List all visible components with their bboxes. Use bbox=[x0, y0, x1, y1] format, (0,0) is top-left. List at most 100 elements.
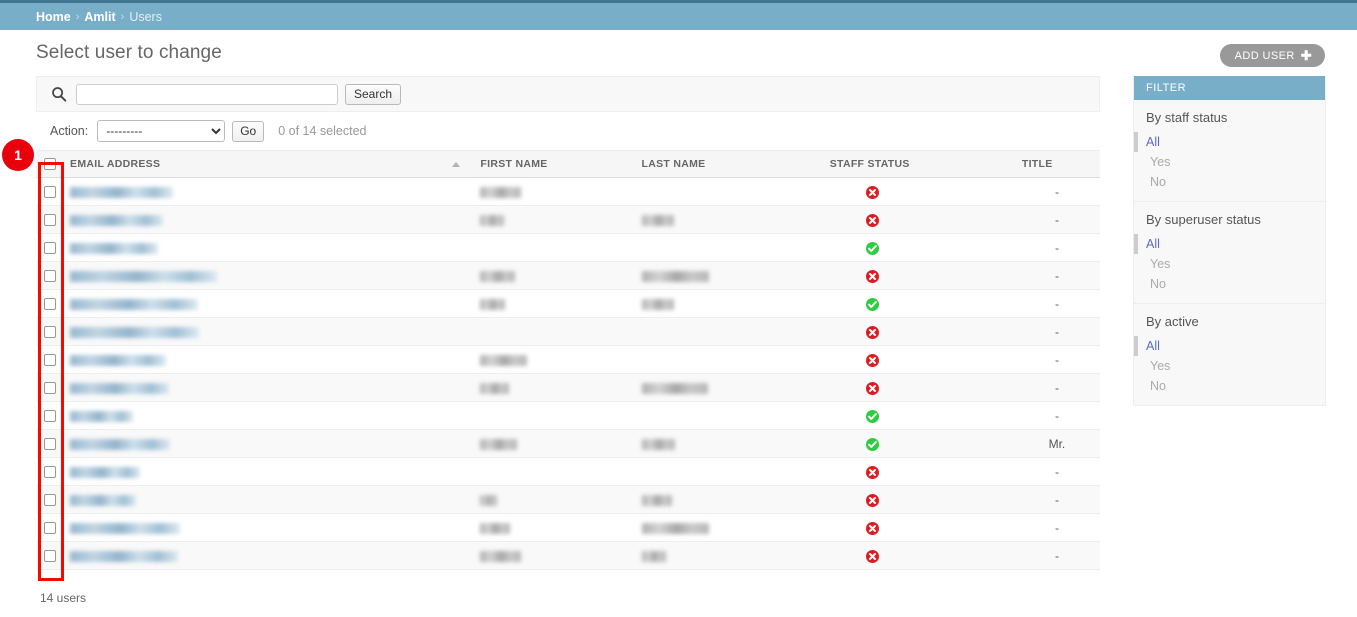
redacted-email bbox=[70, 354, 167, 366]
cell-first-name bbox=[472, 289, 634, 318]
search-input[interactable] bbox=[76, 83, 338, 105]
row-select-cell[interactable] bbox=[36, 541, 63, 570]
filter-choice-all[interactable]: All bbox=[1134, 234, 1325, 254]
cell-email-address[interactable] bbox=[62, 233, 473, 262]
cell-email-address[interactable] bbox=[62, 457, 473, 486]
cell-last-name bbox=[633, 401, 822, 430]
row-select-checkbox[interactable] bbox=[44, 185, 56, 198]
status-yes-icon bbox=[865, 297, 879, 311]
cell-email-address[interactable] bbox=[62, 261, 473, 290]
row-select-cell[interactable] bbox=[36, 429, 63, 458]
filter-group: By superuser status All Yes No bbox=[1134, 202, 1325, 304]
filter-choice-yes[interactable]: Yes bbox=[1134, 254, 1325, 274]
filter-choice-no[interactable]: No bbox=[1134, 274, 1325, 294]
row-select-checkbox[interactable] bbox=[44, 549, 56, 562]
action-label: Action: bbox=[50, 124, 89, 138]
title-value: - bbox=[1054, 324, 1059, 339]
row-select-checkbox[interactable] bbox=[44, 297, 56, 310]
row-select-checkbox[interactable] bbox=[44, 381, 56, 394]
row-select-checkbox[interactable] bbox=[44, 241, 56, 254]
cell-title: - bbox=[1013, 177, 1100, 206]
row-select-cell[interactable] bbox=[36, 317, 63, 346]
row-select-cell[interactable] bbox=[36, 513, 63, 542]
redacted-email bbox=[70, 410, 134, 422]
row-select-cell[interactable] bbox=[36, 177, 63, 206]
row-select-checkbox[interactable] bbox=[44, 269, 56, 282]
row-select-checkbox[interactable] bbox=[44, 521, 56, 534]
row-select-checkbox[interactable] bbox=[44, 493, 56, 506]
column-header-email[interactable]: EMAIL ADDRESS bbox=[62, 150, 473, 178]
page-title: Select user to change bbox=[36, 42, 222, 63]
column-header-title[interactable]: TITLE bbox=[1013, 150, 1100, 178]
redacted-first-name bbox=[480, 550, 522, 562]
row-select-cell[interactable] bbox=[36, 233, 63, 262]
table-row: Mr. bbox=[36, 429, 1100, 458]
cell-first-name bbox=[472, 233, 634, 262]
row-select-cell[interactable] bbox=[36, 261, 63, 290]
row-select-cell[interactable] bbox=[36, 485, 63, 514]
row-select-cell[interactable] bbox=[36, 373, 63, 402]
column-header-last-name[interactable]: LAST NAME bbox=[633, 150, 822, 178]
cell-title: - bbox=[1013, 513, 1100, 542]
cell-staff-status bbox=[821, 457, 1014, 486]
cell-email-address[interactable] bbox=[62, 541, 473, 570]
table-row: - bbox=[36, 373, 1100, 402]
filter-choice-yes[interactable]: Yes bbox=[1134, 356, 1325, 376]
action-select[interactable]: --------- bbox=[97, 120, 226, 142]
row-select-checkbox[interactable] bbox=[44, 465, 56, 478]
cell-staff-status bbox=[821, 233, 1014, 262]
row-select-checkbox[interactable] bbox=[44, 325, 56, 338]
filter-group: By staff status All Yes No bbox=[1134, 100, 1325, 202]
cell-email-address[interactable] bbox=[62, 513, 473, 542]
search-icon bbox=[51, 86, 67, 102]
filter-group: By active All Yes No bbox=[1134, 304, 1325, 405]
filter-choice-no[interactable]: No bbox=[1134, 172, 1325, 192]
row-select-cell[interactable] bbox=[36, 205, 63, 234]
cell-email-address[interactable] bbox=[62, 317, 473, 346]
redacted-last-name bbox=[641, 494, 672, 506]
cell-email-address[interactable] bbox=[62, 177, 473, 206]
select-all-checkbox[interactable] bbox=[44, 158, 56, 170]
row-select-checkbox[interactable] bbox=[44, 437, 56, 450]
cell-email-address[interactable] bbox=[62, 373, 473, 402]
cell-email-address[interactable] bbox=[62, 401, 473, 430]
redacted-email bbox=[70, 298, 199, 310]
breadcrumb-app[interactable]: Amlit bbox=[84, 10, 115, 24]
results-table-body: - - - - - - - - - Mr. - - - - bbox=[36, 177, 1100, 570]
cell-email-address[interactable] bbox=[62, 485, 473, 514]
breadcrumb-home[interactable]: Home bbox=[36, 10, 71, 24]
status-no-icon bbox=[865, 269, 879, 283]
sort-ascending-icon[interactable] bbox=[452, 162, 461, 167]
row-select-checkbox[interactable] bbox=[44, 409, 56, 422]
redacted-email bbox=[70, 214, 164, 226]
cell-last-name bbox=[633, 485, 822, 514]
table-row: - bbox=[36, 261, 1100, 290]
action-go-button[interactable]: Go bbox=[232, 120, 265, 142]
cell-email-address[interactable] bbox=[62, 345, 473, 374]
cell-email-address[interactable] bbox=[62, 205, 473, 234]
cell-email-address[interactable] bbox=[62, 289, 473, 318]
table-row: - bbox=[36, 401, 1100, 430]
filter-choice-all[interactable]: All bbox=[1134, 336, 1325, 356]
filter-sidebar: FILTER By staff status All Yes No By superus… bbox=[1133, 76, 1326, 406]
column-header-staff-status[interactable]: STAFF STATUS bbox=[821, 150, 1014, 178]
column-header-select[interactable] bbox=[36, 150, 63, 178]
column-header-first-name[interactable]: FIRST NAME bbox=[472, 150, 634, 178]
redacted-email bbox=[70, 550, 179, 562]
table-row: - bbox=[36, 177, 1100, 206]
filter-choice-all[interactable]: All bbox=[1134, 132, 1325, 152]
row-select-cell[interactable] bbox=[36, 345, 63, 374]
row-select-checkbox[interactable] bbox=[44, 213, 56, 226]
redacted-email bbox=[70, 382, 170, 394]
row-select-cell[interactable] bbox=[36, 289, 63, 318]
add-user-button[interactable]: ADD USER ✚ bbox=[1219, 44, 1325, 67]
cell-first-name bbox=[472, 373, 634, 402]
cell-email-address[interactable] bbox=[62, 429, 473, 458]
search-button[interactable]: Search bbox=[345, 83, 402, 105]
row-select-checkbox[interactable] bbox=[44, 353, 56, 366]
row-select-cell[interactable] bbox=[36, 457, 63, 486]
filter-choice-yes[interactable]: Yes bbox=[1134, 152, 1325, 172]
row-select-cell[interactable] bbox=[36, 401, 63, 430]
cell-last-name bbox=[633, 233, 822, 262]
filter-choice-no[interactable]: No bbox=[1134, 376, 1325, 396]
